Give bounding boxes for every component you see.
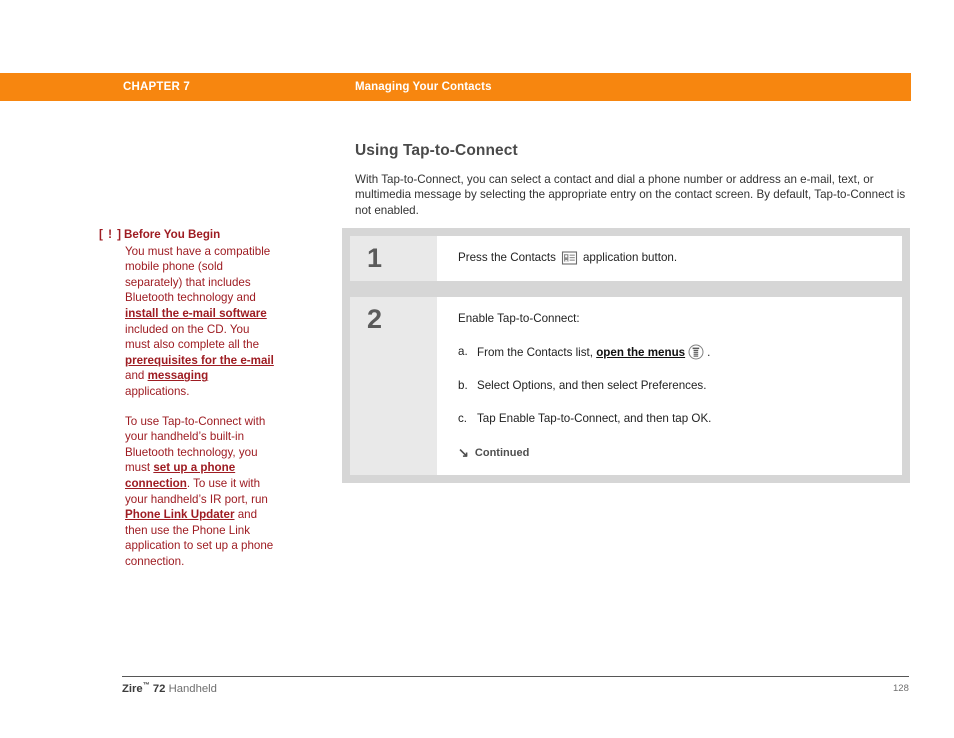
- link-install-email-software[interactable]: install the e-mail software: [125, 307, 267, 320]
- contacts-card-icon: [561, 250, 578, 265]
- step-2-body: Enable Tap-to-Connect: a. From the Conta…: [437, 297, 902, 475]
- menus-icon: [688, 344, 704, 360]
- before-you-begin-note: [ ! ] Before You Begin You must have a co…: [99, 227, 284, 569]
- substep-a-text: From the Contacts list, open the menus.: [477, 344, 886, 360]
- step-1-inner: 1 Press the Contacts application button.: [350, 236, 902, 281]
- substep-b-letter: b.: [458, 379, 468, 392]
- step-1: 1 Press the Contacts application button.: [342, 228, 910, 289]
- sidebar-heading-row: [ ! ] Before You Begin: [99, 227, 284, 243]
- step-1-instruction: Press the Contacts application button.: [458, 250, 886, 265]
- step-2-number: 2: [350, 297, 437, 475]
- sidebar-paragraph-1: You must have a compatible mobile phone …: [125, 244, 275, 400]
- page-title: Using Tap-to-Connect: [355, 142, 518, 159]
- sidebar-body: You must have a compatible mobile phone …: [125, 244, 275, 570]
- substep-b: b. Select Options, and then select Prefe…: [458, 378, 886, 393]
- link-messaging[interactable]: messaging: [148, 369, 209, 382]
- link-prerequisites-email[interactable]: prerequisites for the e-mail: [125, 354, 274, 367]
- step-1-body: Press the Contacts application button.: [437, 236, 902, 281]
- substep-c-letter: c.: [458, 412, 468, 425]
- step-2-instruction: Enable Tap-to-Connect:: [458, 312, 580, 325]
- footer-product-name: Zire: [122, 682, 143, 695]
- intro-paragraph: With Tap-to-Connect, you can select a co…: [355, 173, 906, 217]
- substep-a-text-after-icon: .: [707, 346, 711, 359]
- chapter-title: Managing Your Contacts: [355, 81, 492, 93]
- alert-bracket-icon: [ ! ]: [99, 228, 123, 241]
- link-open-the-menus[interactable]: open the menus: [596, 346, 685, 359]
- arrow-down-right-icon: ↘: [458, 445, 469, 460]
- footer-product-suffix: Handheld: [165, 682, 217, 695]
- sidebar-p1-text-2: included on the CD. You must also comple…: [125, 322, 260, 352]
- step-2-inner: 2 Enable Tap-to-Connect: a. From the Con…: [350, 297, 902, 475]
- sidebar-paragraph-2: To use Tap-to-Connect with your handheld…: [125, 414, 275, 570]
- continued-marker: ↘ Continued: [458, 446, 886, 461]
- trademark-symbol: ™: [142, 682, 150, 689]
- chapter-label: CHAPTER 7: [123, 81, 190, 93]
- chapter-header-bar: CHAPTER 7 Managing Your Contacts: [0, 73, 911, 101]
- step-2: 2 Enable Tap-to-Connect: a. From the Con…: [342, 289, 910, 483]
- step-2-substeps: a. From the Contacts list, open the menu…: [458, 344, 886, 426]
- footer-model: 72: [149, 682, 166, 695]
- substep-c: c. Tap Enable Tap-to-Connect, and then t…: [458, 411, 886, 426]
- sidebar-p1-text-1: You must have a compatible mobile phone …: [125, 244, 271, 305]
- main-content: Using Tap-to-Connect With Tap-to-Connect…: [355, 142, 911, 218]
- substep-a-text-before-link: From the Contacts list,: [477, 346, 597, 359]
- sidebar-p1-text-4: applications.: [125, 384, 190, 398]
- sidebar-heading-label: Before You Begin: [124, 228, 221, 241]
- substep-a-letter: a.: [458, 345, 468, 358]
- step-1-text-before-icon: Press the Contacts: [458, 251, 556, 264]
- footer-product-label: Zire™ 72 Handheld: [122, 682, 217, 695]
- footer-divider: [122, 676, 909, 677]
- procedure-steps: 1 Press the Contacts application button.…: [342, 228, 910, 483]
- sidebar-p1-text-3: and: [125, 369, 148, 383]
- page-number: 128: [893, 683, 909, 694]
- link-phone-link-updater[interactable]: Phone Link Updater: [125, 508, 235, 521]
- substep-c-text: Tap Enable Tap-to-Connect, and then tap …: [477, 412, 712, 425]
- continued-label: Continued: [474, 447, 530, 459]
- step-1-text-after-icon: application button.: [582, 251, 678, 264]
- step-1-number: 1: [350, 236, 437, 281]
- substep-a: a. From the Contacts list, open the menu…: [458, 344, 886, 360]
- substep-b-text: Select Options, and then select Preferen…: [477, 379, 707, 392]
